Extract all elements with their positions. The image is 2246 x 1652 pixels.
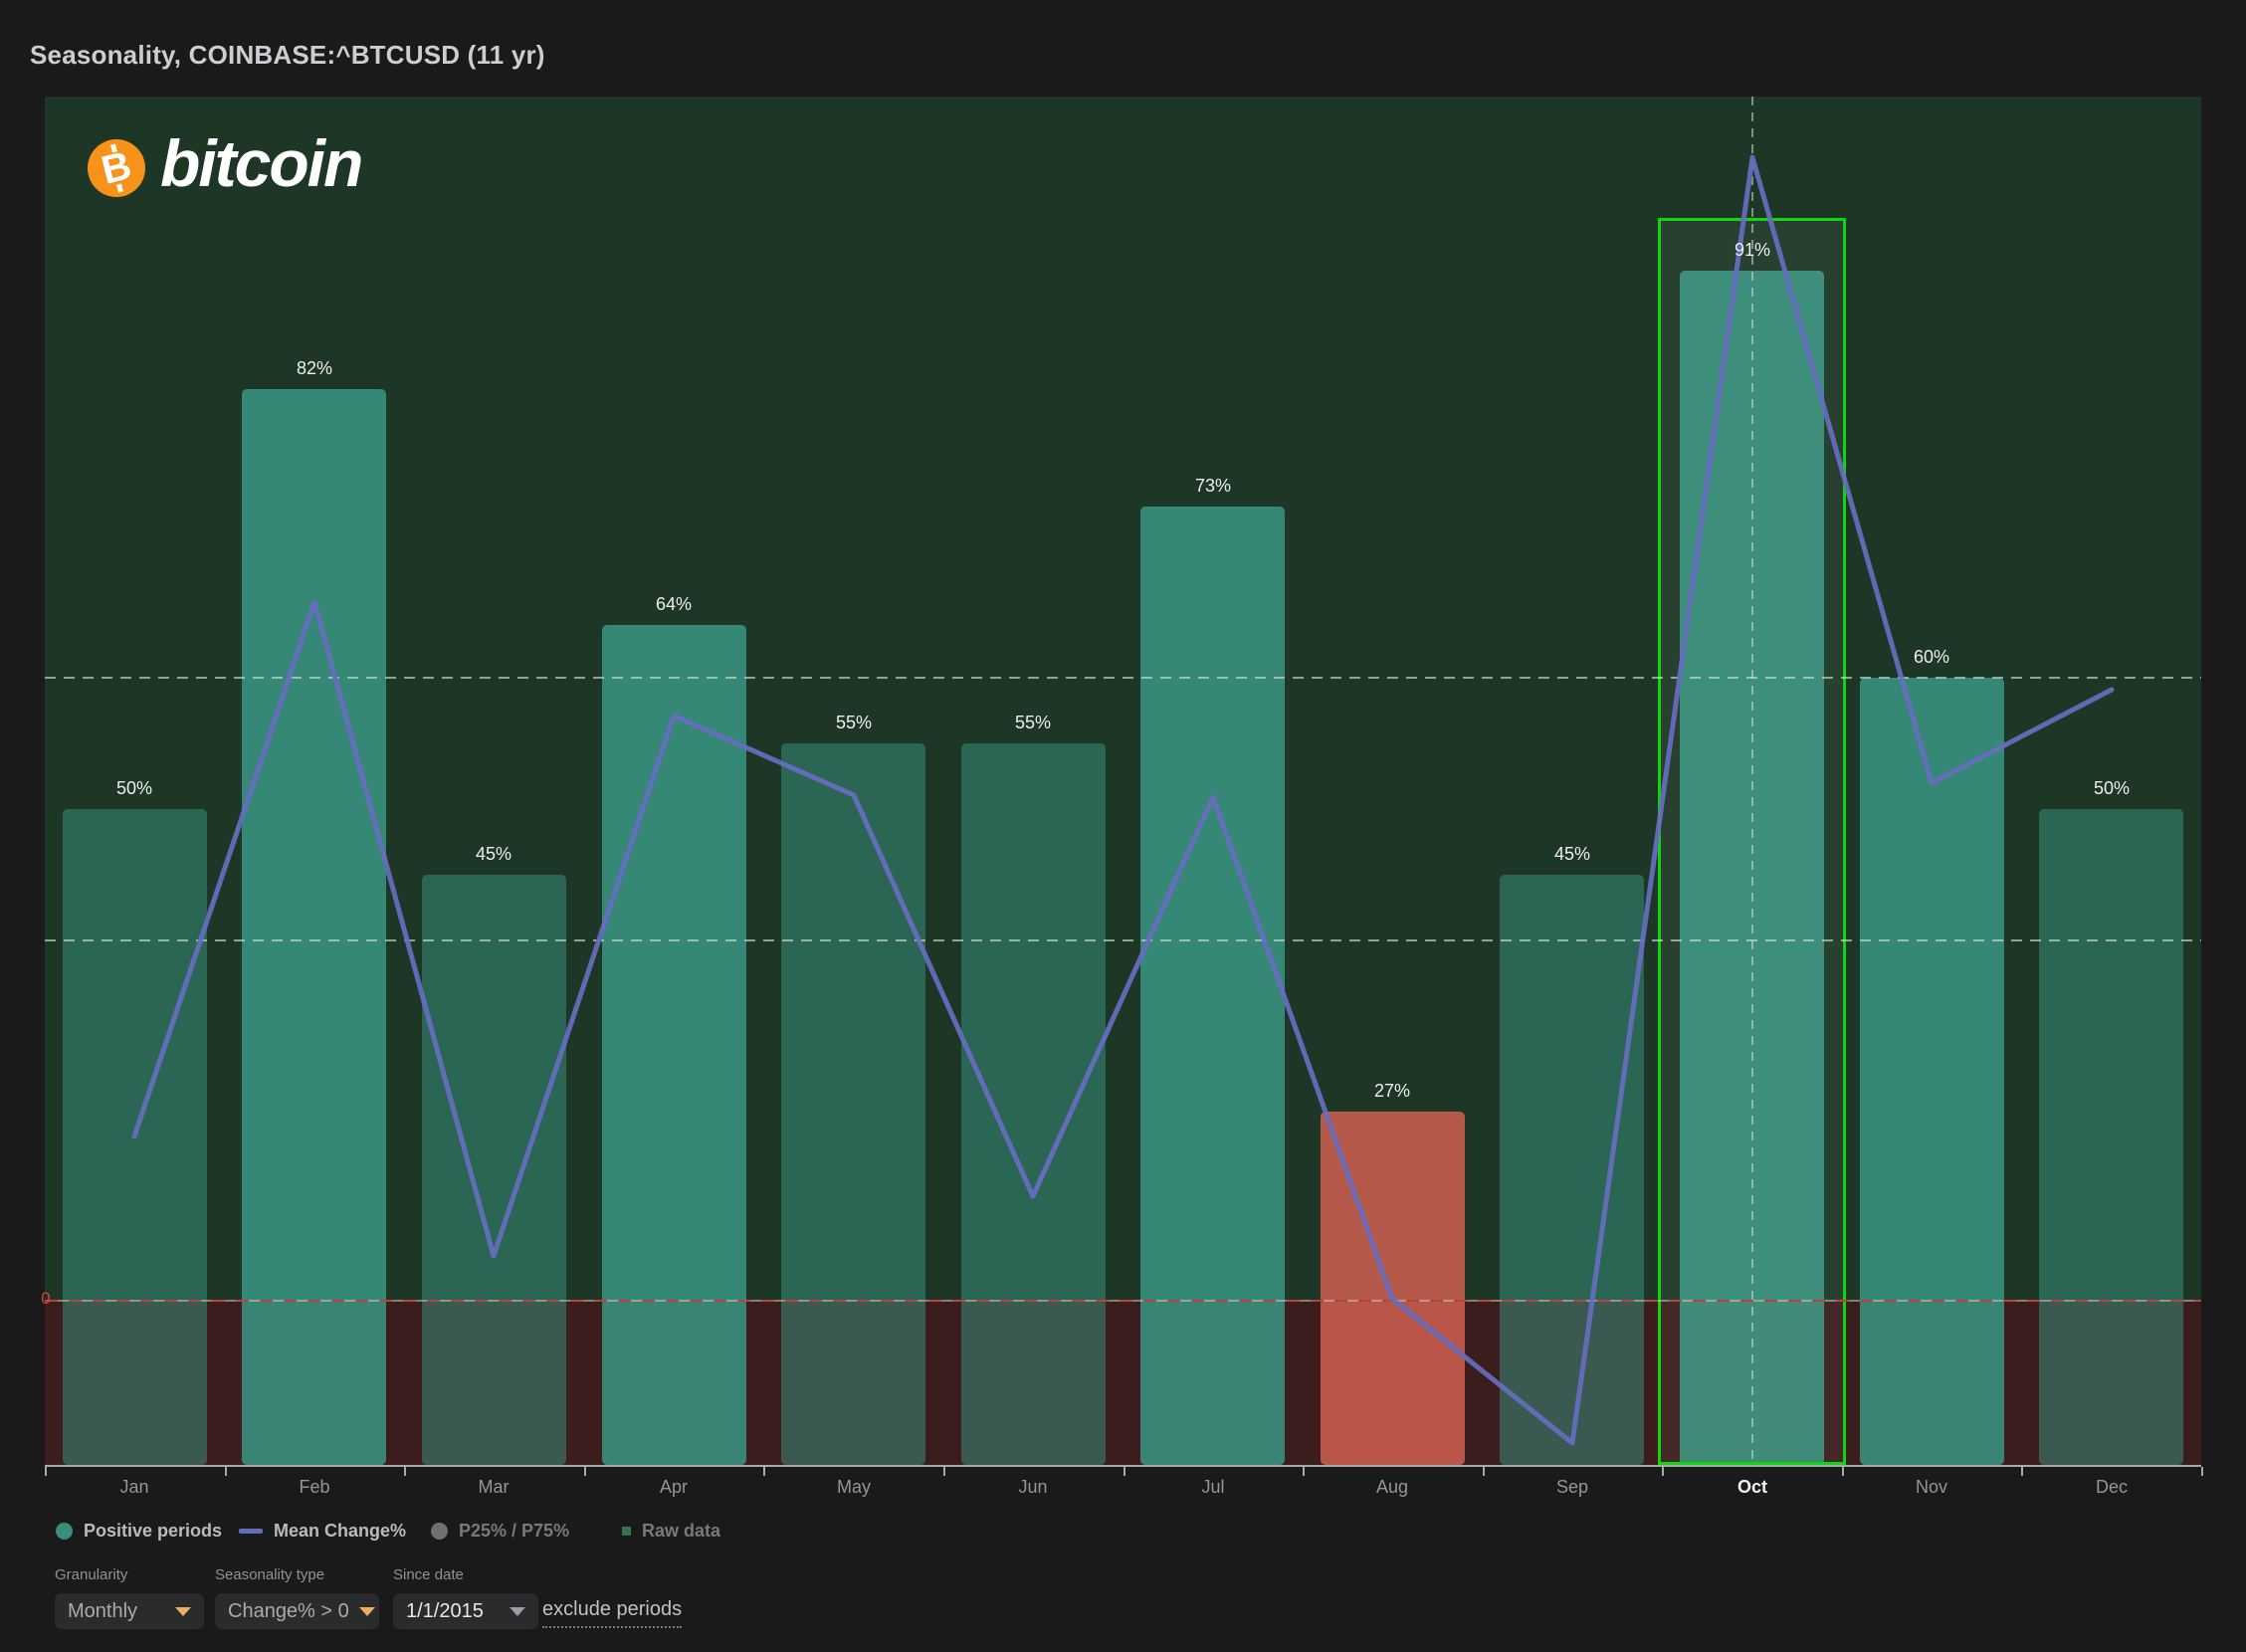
granularity-dropdown[interactable]: Monthly: [55, 1593, 204, 1629]
bar-value-label: 91%: [1693, 239, 1812, 261]
bar-value-label: 50%: [75, 777, 194, 799]
seasonality-type-dropdown[interactable]: Change% > 0: [215, 1593, 379, 1629]
bar-value-label: 73%: [1153, 475, 1273, 497]
axis-tick: [45, 1467, 47, 1476]
bar-value-label: 45%: [434, 843, 553, 865]
axis-tick: [225, 1467, 227, 1476]
square-marker-icon: [622, 1527, 631, 1536]
axis-tick: [584, 1467, 586, 1476]
axis-tick: [2021, 1467, 2023, 1476]
axis-tick: [2201, 1467, 2203, 1476]
bar-value-label: 50%: [2052, 777, 2171, 799]
axis-tick: [1123, 1467, 1125, 1476]
x-axis-label-oct: Oct: [1693, 1476, 1812, 1498]
legend-label: Raw data: [642, 1521, 720, 1542]
axis-tick: [1842, 1467, 1844, 1476]
axis-tick: [763, 1467, 765, 1476]
x-axis-label-jan: Jan: [75, 1476, 194, 1498]
bar-value-label: 45%: [1513, 843, 1632, 865]
circle-marker-icon: [56, 1523, 73, 1540]
axis-tick: [943, 1467, 945, 1476]
mean-change-line: [45, 97, 2201, 1465]
legend-label: P25% / P75%: [459, 1521, 569, 1542]
axis-tick: [1483, 1467, 1485, 1476]
zero-line-label: 0: [36, 1289, 56, 1309]
legend-item-mean-change[interactable]: Mean Change%: [239, 1517, 406, 1545]
x-axis-label-aug: Aug: [1332, 1476, 1452, 1498]
chart-plot-area[interactable]: B bitcoin 0 50%82%45%64%55%55%73%27%45%9…: [45, 97, 2201, 1465]
page-title: Seasonality, COINBASE:^BTCUSD (11 yr): [30, 40, 545, 71]
bar-value-label: 27%: [1332, 1080, 1452, 1102]
x-axis-label-dec: Dec: [2052, 1476, 2171, 1498]
bar-value-label: 60%: [1872, 646, 1991, 668]
bar-value-label: 55%: [973, 712, 1093, 733]
x-axis-label-feb: Feb: [255, 1476, 374, 1498]
chevron-down-icon: [359, 1607, 375, 1616]
granularity-label: Granularity: [55, 1566, 127, 1583]
legend-item-p25-p75[interactable]: P25% / P75%: [431, 1517, 569, 1545]
seasonality-type-label: Seasonality type: [215, 1566, 324, 1583]
axis-tick: [404, 1467, 406, 1476]
bar-value-label: 82%: [255, 357, 374, 379]
axis-tick: [1662, 1467, 1664, 1476]
chevron-down-icon: [175, 1607, 191, 1616]
circle-marker-icon: [431, 1523, 448, 1540]
seasonality-widget: Seasonality, COINBASE:^BTCUSD (11 yr) B …: [0, 0, 2246, 1652]
x-axis-label-nov: Nov: [1872, 1476, 1991, 1498]
legend-label: Positive periods: [84, 1521, 222, 1542]
x-axis-label-mar: Mar: [434, 1476, 553, 1498]
legend-item-positive-periods[interactable]: Positive periods: [56, 1517, 222, 1545]
x-axis-label-jun: Jun: [973, 1476, 1093, 1498]
since-date-dropdown[interactable]: 1/1/2015: [393, 1593, 538, 1629]
line-marker-icon: [239, 1529, 263, 1534]
x-axis-label-jul: Jul: [1153, 1476, 1273, 1498]
chevron-down-icon: [510, 1607, 525, 1616]
x-axis-label-sep: Sep: [1513, 1476, 1632, 1498]
since-date-label: Since date: [393, 1566, 464, 1583]
exclude-periods-link[interactable]: exclude periods: [542, 1598, 682, 1628]
legend-item-raw-data[interactable]: Raw data: [622, 1517, 720, 1545]
x-axis-label-apr: Apr: [614, 1476, 733, 1498]
axis-tick: [1303, 1467, 1305, 1476]
bar-value-label: 64%: [614, 593, 733, 615]
bar-value-label: 55%: [794, 712, 914, 733]
x-axis-label-may: May: [794, 1476, 914, 1498]
legend-label: Mean Change%: [274, 1521, 406, 1542]
